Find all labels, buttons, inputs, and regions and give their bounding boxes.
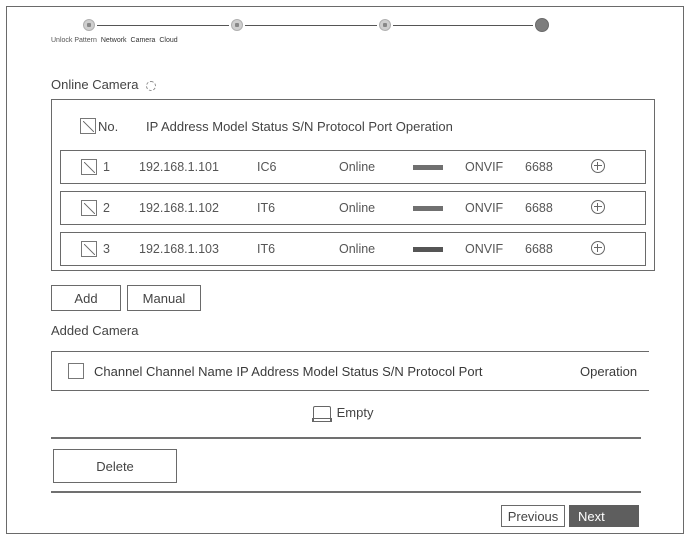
add-camera-icon[interactable] [591,241,605,255]
step-label-unlock-pattern: Unlock Pattern [51,37,97,44]
step-camera-icon[interactable] [379,19,391,31]
row-no: 2 [103,201,110,215]
step-cloud-icon[interactable] [535,18,549,32]
setup-stepper: Unlock Pattern Network Camera Cloud [7,7,683,51]
header-no: No. [98,119,119,134]
row-ip: 192.168.1.101 [139,160,219,174]
table-row[interactable]: 3 192.168.1.103 IT6 Online ONVIF 6688 [60,232,646,266]
row-checkbox[interactable] [81,241,97,257]
row-status: Online [339,242,376,256]
divider [51,437,641,439]
row-model: IT6 [257,242,276,256]
row-sn-redacted [413,165,443,170]
refresh-icon[interactable] [146,80,157,91]
step-label-network: Network [100,37,127,44]
row-model: IC6 [257,160,277,174]
row-status: Online [339,160,376,174]
row-checkbox[interactable] [81,159,97,175]
header-columns: IP Address Model Status S/N Protocol Por… [146,119,453,134]
row-port: 6688 [525,242,553,256]
wizard-window: Unlock Pattern Network Camera Cloud Onli… [6,6,684,534]
row-ip: 192.168.1.103 [139,242,219,256]
stepper-labels: Unlock Pattern Network Camera Cloud [51,37,180,44]
step-label-cloud: Cloud [159,37,178,44]
divider [51,491,641,493]
step-connector [393,25,533,26]
empty-label: Empty [336,405,374,420]
online-camera-table: No. IP Address Model Status S/N Protocol… [51,99,655,271]
select-all-online-checkbox[interactable] [80,118,96,134]
added-header-columns: Channel Channel Name IP Address Model St… [94,364,483,379]
add-button[interactable]: Add [51,285,121,311]
select-all-added-checkbox[interactable] [68,363,84,379]
empty-state: Empty [312,405,374,422]
empty-tray-icon [312,405,332,422]
add-camera-icon[interactable] [591,200,605,214]
row-protocol: ONVIF [465,242,504,256]
step-connector [245,25,377,26]
added-header-operation: Operation [580,364,638,379]
row-protocol: ONVIF [465,201,504,215]
next-button[interactable]: Next [569,505,639,527]
row-model: IT6 [257,201,276,215]
row-ip: 192.168.1.102 [139,201,219,215]
row-protocol: ONVIF [465,160,504,174]
add-camera-icon[interactable] [591,159,605,173]
row-no: 3 [103,242,110,256]
delete-button[interactable]: Delete [53,449,177,483]
step-connector [97,25,229,26]
row-sn-redacted [413,206,443,211]
step-unlock-pattern-icon[interactable] [83,19,95,31]
row-status: Online [339,201,376,215]
manual-button[interactable]: Manual [127,285,201,311]
row-port: 6688 [525,201,553,215]
table-row[interactable]: 2 192.168.1.102 IT6 Online ONVIF 6688 [60,191,646,225]
row-no: 1 [103,160,110,174]
step-network-icon[interactable] [231,19,243,31]
online-camera-title: Online Camera [51,77,157,92]
added-camera-table-header: Channel Channel Name IP Address Model St… [51,351,649,391]
row-port: 6688 [525,160,553,174]
table-row[interactable]: 1 192.168.1.101 IC6 Online ONVIF 6688 [60,150,646,184]
row-checkbox[interactable] [81,200,97,216]
added-camera-title: Added Camera [51,323,139,338]
step-label-camera: Camera [130,37,156,44]
row-sn-redacted [413,247,443,252]
previous-button[interactable]: Previous [501,505,565,527]
